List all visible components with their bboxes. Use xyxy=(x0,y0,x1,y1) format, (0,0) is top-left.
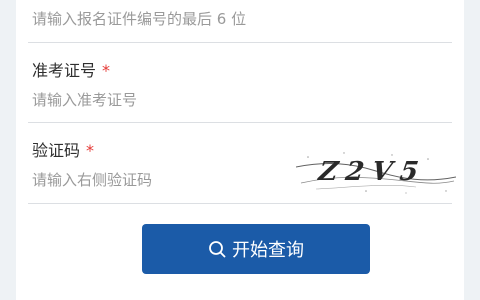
start-query-button[interactable]: 开始查询 xyxy=(142,224,370,274)
captcha-text: Z2V5 xyxy=(316,156,429,187)
captcha-graphic: Z2V5 xyxy=(296,152,456,194)
id-last6-field xyxy=(28,0,452,43)
exam-number-input[interactable] xyxy=(32,89,448,111)
exam-number-label: 准考证号 * xyxy=(32,57,110,81)
captcha-field: 验证码 * Z2V5 xyxy=(28,123,456,204)
captcha-label: 验证码 * xyxy=(32,137,94,161)
captcha-input[interactable] xyxy=(32,169,282,191)
required-mark: * xyxy=(102,61,111,80)
exam-number-field: 准考证号 * xyxy=(28,43,452,123)
id-last6-input[interactable] xyxy=(32,8,448,30)
captcha-label-text: 验证码 xyxy=(32,141,81,160)
search-icon xyxy=(208,240,226,258)
start-query-label: 开始查询 xyxy=(232,240,304,261)
query-form: 准考证号 * 验证码 * Z2V5 xyxy=(16,0,464,300)
captcha-image[interactable]: Z2V5 xyxy=(296,147,456,197)
required-mark: * xyxy=(86,141,95,160)
exam-number-label-text: 准考证号 xyxy=(32,61,97,80)
